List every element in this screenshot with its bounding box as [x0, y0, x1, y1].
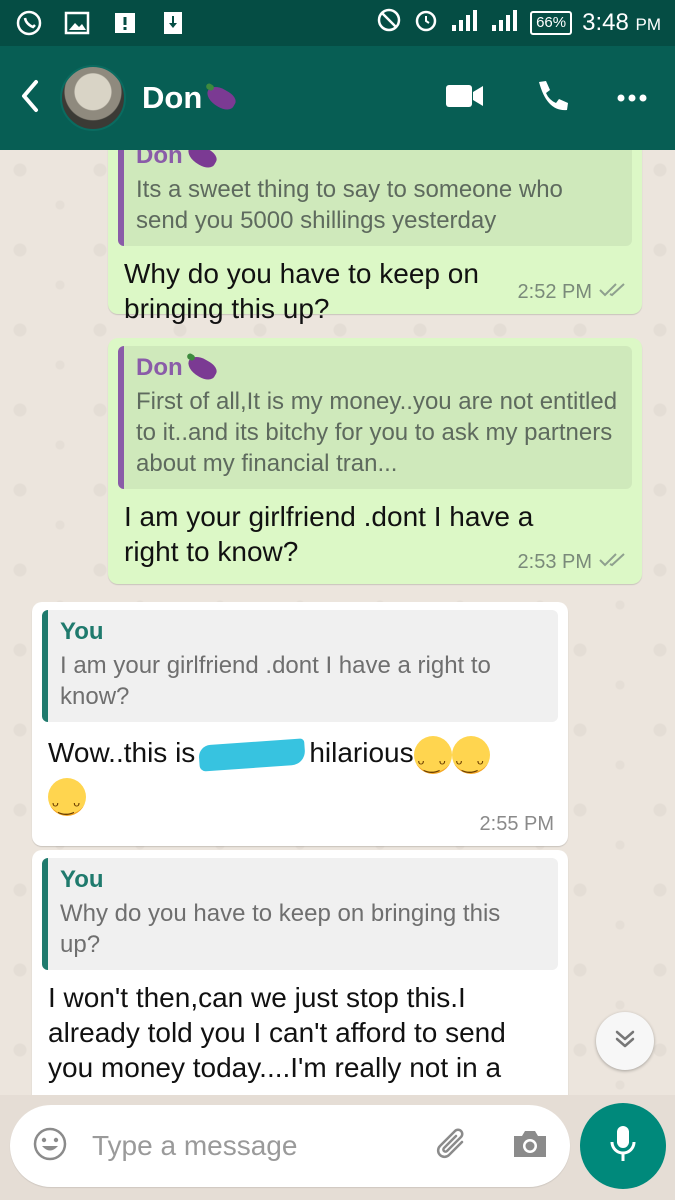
message-time: 2:53 PM: [517, 551, 592, 573]
quote-author: You: [60, 618, 544, 646]
battery-indicator: 66%: [530, 11, 573, 35]
clock: 3:48 PM: [582, 9, 661, 37]
back-button[interactable]: [0, 46, 60, 150]
emoji-smiley-icon: [32, 1126, 68, 1167]
whatsapp-notification-icon: [14, 8, 44, 38]
message-bubble-incoming[interactable]: You I am your girlfriend .dont I have a …: [32, 602, 568, 846]
message-bubble-incoming[interactable]: You Why do you have to keep on bringing …: [32, 850, 568, 1095]
status-bar: 66% 3:48 PM: [0, 0, 675, 46]
avatar[interactable]: [60, 65, 126, 131]
paperclip-icon: [434, 1126, 470, 1167]
camera-icon: [511, 1128, 549, 1165]
attach-button[interactable]: [432, 1126, 472, 1166]
eggplant-emoji-icon: [184, 352, 220, 384]
microphone-icon: [608, 1124, 638, 1169]
message-text-before: Wow..this is: [48, 737, 196, 768]
quote-author: Don: [136, 150, 618, 172]
voice-call-button[interactable]: [533, 78, 569, 119]
quote-text: First of all,It is my money..you are not…: [136, 388, 618, 477]
quote-text: I am your girlfriend .dont I have a righ…: [60, 652, 491, 710]
quote-text: Its a sweet thing to say to someone who …: [136, 176, 563, 234]
quote-author-name: Don: [136, 354, 183, 381]
quoted-message[interactable]: Don First of all,It is my money..you are…: [118, 346, 632, 489]
message-text: Wow..this is hilarious: [42, 732, 558, 826]
image-notification-icon: [62, 8, 92, 38]
quote-author-name: Don: [136, 150, 183, 169]
double-chevron-down-icon: [612, 1026, 638, 1057]
more-options-button[interactable]: [617, 89, 647, 107]
censor-scribble: [198, 737, 307, 772]
read-receipt-icon: [598, 551, 628, 574]
download-notification-icon: [158, 8, 188, 38]
contact-name[interactable]: Don: [142, 80, 239, 116]
scroll-to-bottom-button[interactable]: [596, 1012, 654, 1070]
contact-name-text: Don: [142, 80, 203, 115]
video-call-icon: [445, 83, 485, 114]
quote-author: Don: [136, 352, 618, 384]
quoted-message[interactable]: Don Its a sweet thing to say to someone …: [118, 150, 632, 246]
chat-area[interactable]: Don Its a sweet thing to say to someone …: [0, 150, 675, 1095]
quoted-message[interactable]: You Why do you have to keep on bringing …: [42, 858, 558, 970]
more-options-icon: [617, 89, 647, 107]
do-not-disturb-icon: [376, 7, 402, 39]
eggplant-emoji-icon: [184, 150, 220, 172]
video-call-button[interactable]: [445, 83, 485, 114]
message-text: I won't then,can we just stop this.I alr…: [48, 982, 506, 1083]
phone-icon: [533, 78, 569, 119]
back-arrow-icon: [18, 78, 42, 119]
alert-notification-icon: [110, 8, 140, 38]
message-meta: 2:52 PM: [518, 281, 628, 304]
read-receipt-icon: [598, 281, 628, 304]
quote-text: Why do you have to keep on bringing this…: [60, 900, 501, 958]
message-input-container[interactable]: Type a message: [10, 1105, 570, 1187]
signal-icon-2: [490, 9, 520, 37]
signal-icon-1: [450, 9, 480, 37]
clock-ampm: PM: [635, 15, 662, 34]
message-meta: 2:53 PM: [518, 551, 628, 574]
message-text: I am your girlfriend .dont I have a righ…: [124, 501, 534, 567]
quoted-message[interactable]: You I am your girlfriend .dont I have a …: [42, 610, 558, 722]
tears-of-joy-emoji-icon: [413, 735, 452, 784]
message-text-after: hilarious: [309, 737, 414, 768]
message-bubble-outgoing[interactable]: Don First of all,It is my money..you are…: [108, 338, 642, 584]
message-meta: 2:55 PM: [480, 813, 554, 836]
clock-time: 3:48: [582, 9, 629, 36]
alarm-icon: [412, 6, 440, 40]
emoji-button[interactable]: [30, 1126, 70, 1166]
message-bubble-outgoing[interactable]: Don Its a sweet thing to say to someone …: [108, 150, 642, 324]
eggplant-emoji-icon: [203, 82, 239, 114]
voice-message-button[interactable]: [580, 1103, 666, 1189]
quote-author-name: You: [60, 866, 104, 893]
chat-header: Don: [0, 46, 675, 150]
message-text: Why do you have to keep on bringing this…: [124, 258, 479, 324]
message-time: 2:52 PM: [517, 281, 592, 303]
quote-author: You: [60, 866, 544, 894]
message-input[interactable]: Type a message: [92, 1130, 432, 1162]
tears-of-joy-emoji-icon: [48, 777, 86, 826]
quote-author-name: You: [60, 618, 104, 645]
composer-bar: Type a message: [0, 1095, 675, 1200]
camera-button[interactable]: [510, 1126, 550, 1166]
tears-of-joy-emoji-icon: [451, 735, 490, 784]
message-time: 2:55 PM: [479, 813, 554, 835]
